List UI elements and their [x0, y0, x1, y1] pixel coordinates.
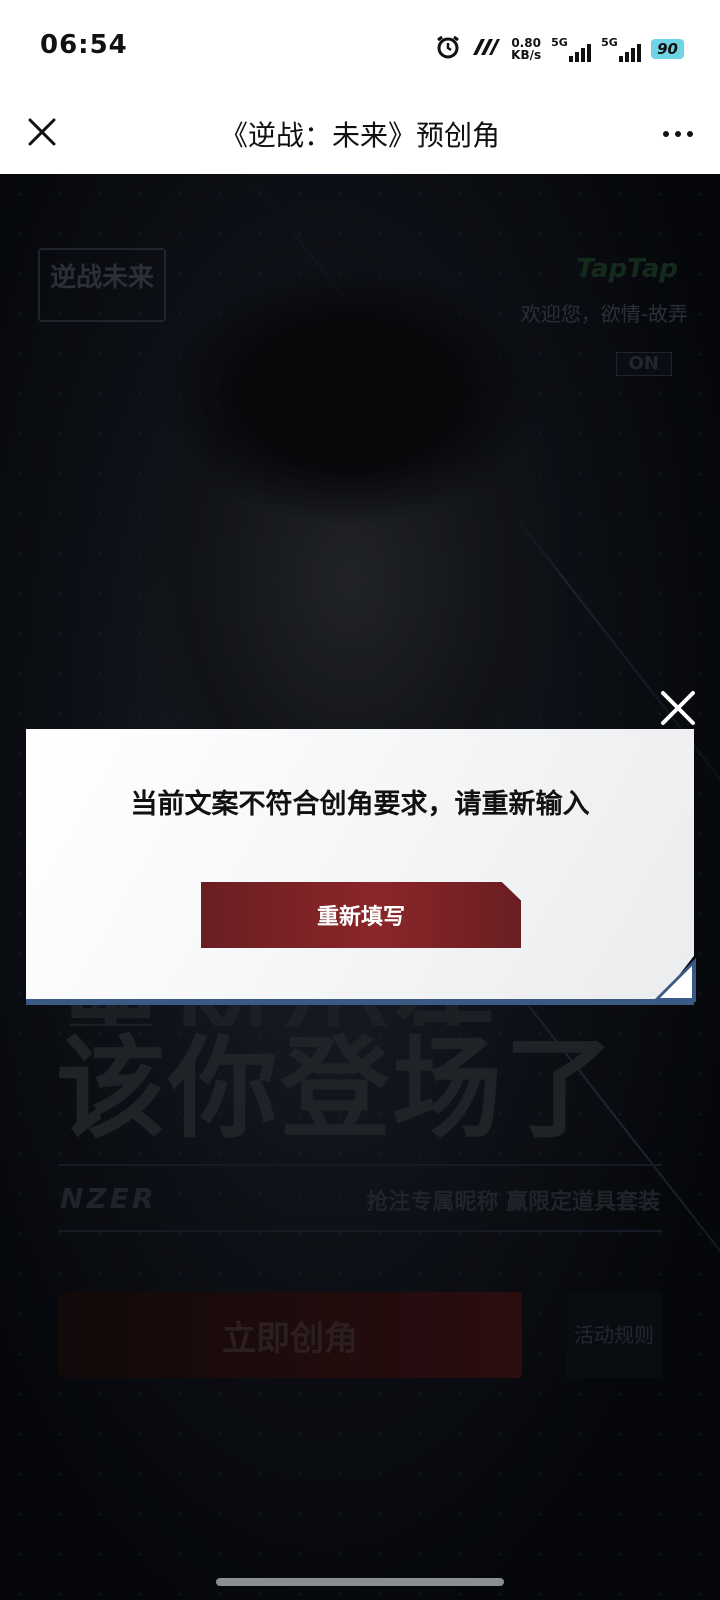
sim2-tag: 5G — [601, 36, 618, 49]
status-icons: 0.80 KB/s 5G 5G 90 — [435, 34, 684, 64]
net-speed: 0.80 KB/s — [511, 37, 541, 61]
error-dialog — [26, 729, 694, 999]
home-indicator[interactable] — [216, 1578, 504, 1586]
battery-icon: 90 — [651, 39, 684, 59]
net-speed-unit: KB/s — [511, 48, 542, 62]
signal-icon: 5G — [551, 36, 592, 62]
status-time: 06:54 — [40, 30, 128, 60]
close-icon[interactable] — [660, 690, 696, 726]
signal-icon: 5G — [601, 36, 642, 62]
alarm-icon — [435, 34, 461, 64]
dialog-accent-stripe — [26, 999, 694, 1005]
nav-bar: 《逆战：未来》预创角 — [0, 96, 720, 175]
refill-button[interactable]: 重新填写 — [201, 882, 521, 948]
page-title: 《逆战：未来》预创角 — [219, 119, 500, 152]
sim1-tag: 5G — [551, 36, 568, 49]
dialog-corner-decoration — [652, 958, 696, 1002]
more-icon[interactable] — [658, 114, 698, 154]
vowifi-icon — [471, 37, 501, 61]
dialog-message: 当前文案不符合创角要求，请重新输入 — [130, 789, 590, 820]
status-bar: 06:54 0.80 KB/s 5G 5G 90 — [0, 0, 720, 96]
